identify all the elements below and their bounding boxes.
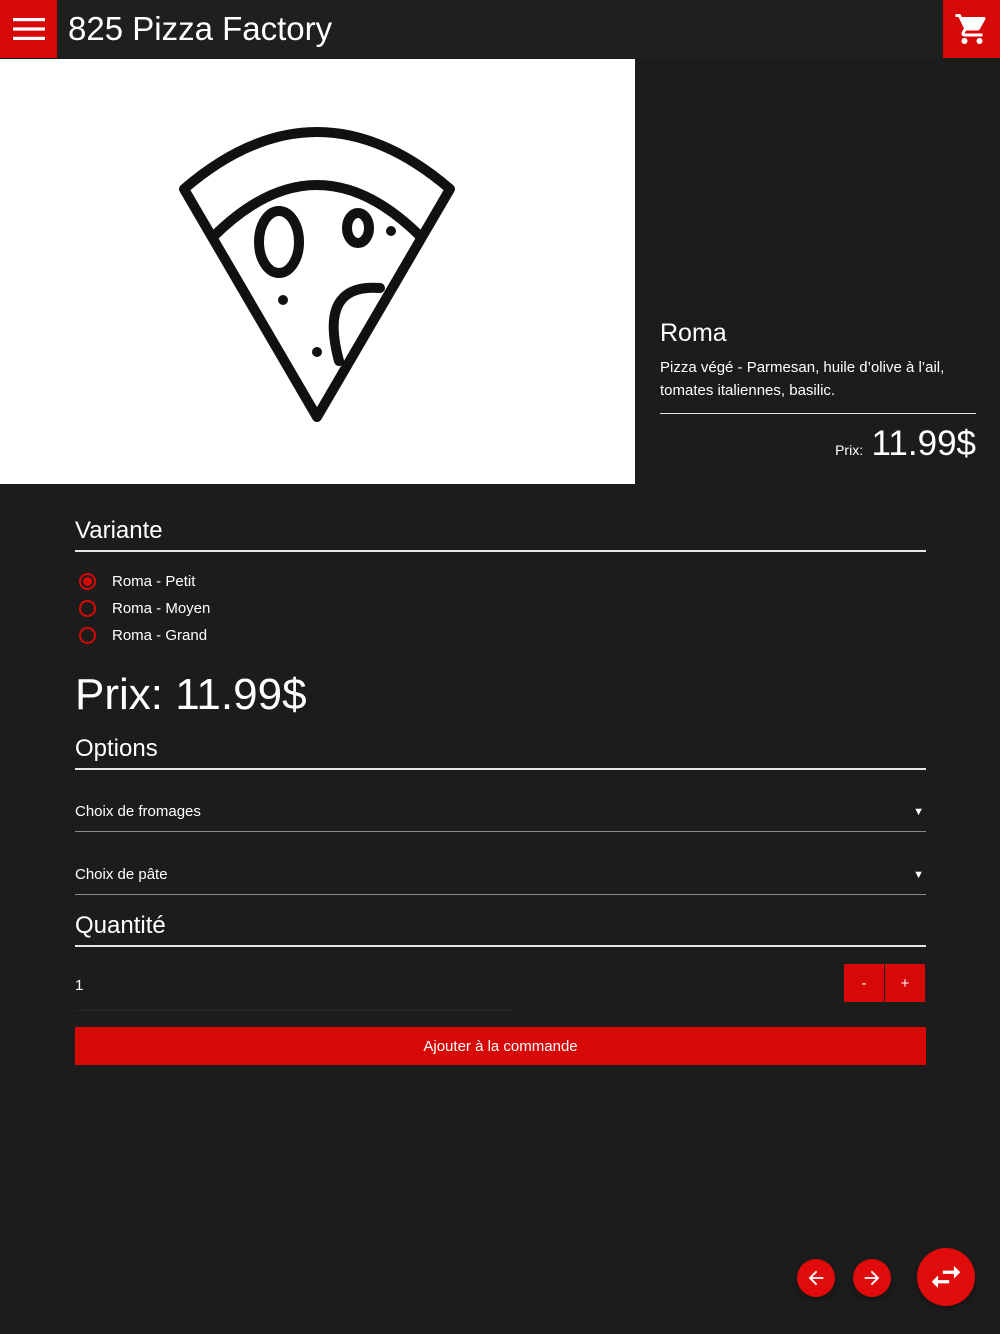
total-price: Prix: 11.99$ <box>75 670 307 719</box>
product-description: Pizza végé - Parmesan, huile d’olive à l… <box>660 359 945 399</box>
top-bar: 825 Pizza Factory <box>0 0 1000 58</box>
product-name: Roma <box>660 319 727 347</box>
swap-horizontal-icon <box>931 1265 961 1289</box>
variant-option-label: Roma - Grand <box>112 626 208 644</box>
product-image <box>0 59 635 484</box>
next-button[interactable] <box>853 1259 891 1297</box>
chevron-down-icon: ▼ <box>913 869 924 881</box>
hamburger-menu-icon <box>12 18 45 40</box>
quantity-section-title: Quantité <box>75 911 926 947</box>
app-title: 825 Pizza Factory <box>68 10 333 47</box>
decrement-button[interactable]: - <box>844 964 884 1002</box>
variant-option-petit[interactable]: Roma - Petit <box>79 571 195 591</box>
dough-select[interactable]: Choix de pâte ▼ <box>75 855 926 895</box>
swap-button[interactable] <box>917 1248 975 1306</box>
shopping-cart-icon <box>955 14 986 44</box>
variant-option-moyen[interactable]: Roma - Moyen <box>79 598 210 618</box>
cart-button[interactable] <box>943 0 1000 58</box>
radio-unselected[interactable] <box>79 599 96 617</box>
options-section-title: Options <box>75 734 926 770</box>
variant-option-label: Roma - Moyen <box>112 599 211 617</box>
increment-button[interactable]: + <box>885 964 925 1002</box>
product-info: Roma Pizza végé - Parmesan, huile d’oliv… <box>660 318 976 402</box>
select-label: Choix de pâte <box>75 866 168 883</box>
arrow-left-icon <box>808 1270 824 1286</box>
arrow-right-icon <box>864 1270 880 1286</box>
previous-button[interactable] <box>797 1259 835 1297</box>
chevron-down-icon: ▼ <box>913 806 924 818</box>
variant-option-label: Roma - Petit <box>112 572 196 590</box>
cheese-select[interactable]: Choix de fromages ▼ <box>75 792 926 832</box>
variant-option-grand[interactable]: Roma - Grand <box>79 625 207 645</box>
variant-section-title: Variante <box>75 516 926 552</box>
add-to-order-button[interactable]: Ajouter à la commande <box>75 1027 926 1065</box>
radio-unselected[interactable] <box>79 626 96 644</box>
quantity-underline <box>75 1010 515 1011</box>
divider <box>660 413 976 414</box>
price-label: Prix: <box>835 442 864 458</box>
price-value: 11.99$ <box>871 424 976 463</box>
select-label: Choix de fromages <box>75 803 201 820</box>
pizza-slice-icon <box>179 127 455 422</box>
quantity-input[interactable]: 1 <box>75 977 83 994</box>
menu-button[interactable] <box>0 0 57 58</box>
product-price: Prix: 11.99$ <box>835 424 976 464</box>
radio-selected[interactable] <box>79 572 96 590</box>
